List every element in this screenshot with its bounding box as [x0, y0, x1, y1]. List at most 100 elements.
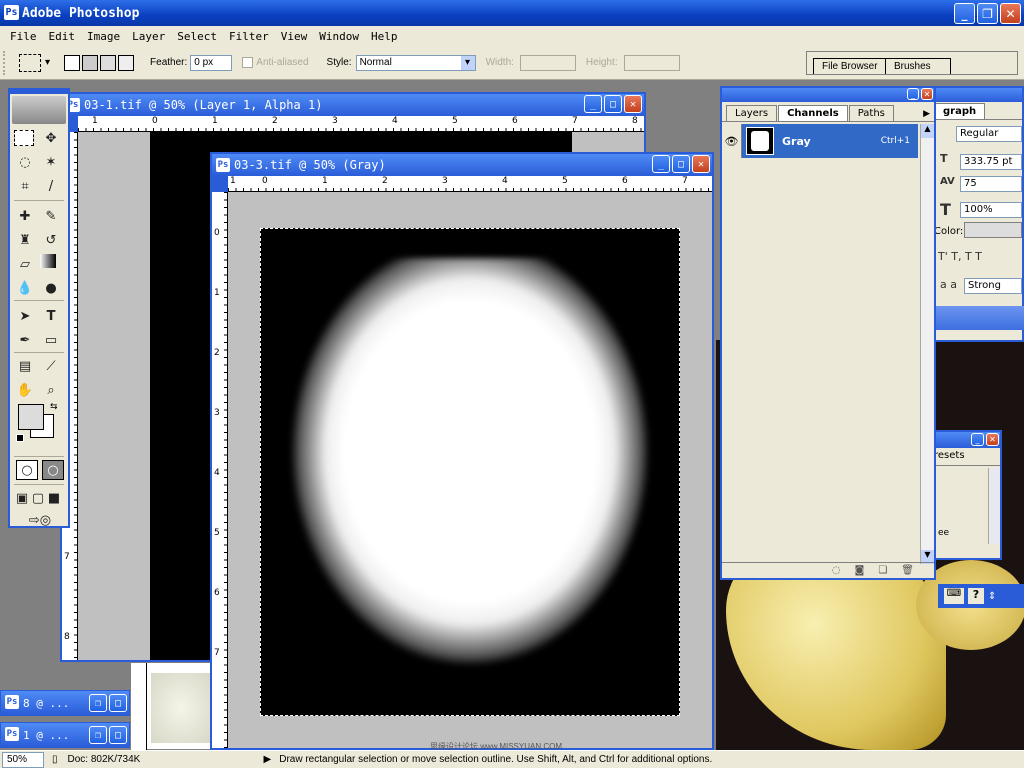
subtract-selection-icon[interactable]: [100, 54, 117, 71]
anti-aliased-checkbox[interactable]: [242, 57, 254, 68]
help-icon[interactable]: ?: [968, 588, 984, 604]
doc-maximize-button[interactable]: □: [672, 155, 690, 173]
menu-file[interactable]: File: [4, 30, 43, 43]
default-colors-icon[interactable]: [16, 434, 24, 442]
spinner-icon[interactable]: ⇕: [988, 591, 996, 602]
doc-size[interactable]: Doc: 802K/734K: [68, 754, 258, 765]
height-input[interactable]: [623, 54, 680, 71]
menu-window[interactable]: Window: [313, 30, 365, 43]
rectangular-marquee-icon[interactable]: [14, 130, 34, 146]
panel-title-bar[interactable]: _ ✕: [722, 88, 934, 102]
restore-button[interactable]: ❐: [977, 3, 998, 24]
path-selection-icon[interactable]: ➤: [14, 306, 36, 326]
marquee-preset-icon[interactable]: [19, 53, 41, 72]
foreground-color-swatch[interactable]: [18, 404, 44, 430]
options-grip[interactable]: [3, 50, 13, 75]
eyedropper-icon[interactable]: ⟋: [40, 356, 62, 376]
hand-icon[interactable]: ✋: [14, 380, 36, 400]
new-channel-icon[interactable]: ❏: [878, 565, 887, 576]
restore-button[interactable]: ❐: [89, 694, 107, 712]
font-style-select[interactable]: Regular: [956, 126, 1022, 142]
menu-select[interactable]: Select: [171, 30, 223, 43]
channel-row-gray[interactable]: 👁 Gray Ctrl+1: [722, 124, 918, 158]
swap-colors-icon[interactable]: ⇆: [50, 402, 58, 412]
pen-icon[interactable]: ✒: [14, 330, 36, 350]
crop-icon[interactable]: ⌗: [14, 176, 36, 196]
tab-layers[interactable]: Layers: [726, 105, 778, 121]
tracking-input[interactable]: 75: [960, 176, 1022, 192]
minimize-button[interactable]: _: [954, 3, 975, 24]
tab-paragraph[interactable]: graph: [934, 103, 986, 119]
slice-icon[interactable]: /: [40, 176, 62, 196]
intersect-selection-icon[interactable]: [118, 54, 135, 71]
tab-paths[interactable]: Paths: [848, 105, 894, 121]
style-select[interactable]: Normal ▾: [355, 54, 476, 71]
document-canvas-area[interactable]: [228, 192, 712, 748]
minimized-document-1[interactable]: Ps 1 @ ... ❐ □: [0, 722, 130, 748]
document-title-bar[interactable]: Ps 03-3.tif @ 50% (Gray) _ □ ✕: [212, 154, 712, 176]
font-size-input[interactable]: 333.75 pt: [960, 154, 1022, 170]
character-panel[interactable]: graph Regular T 333.75 pt AV 75 T 100% C…: [932, 86, 1024, 342]
panel-menu-arrow-icon[interactable]: ▶: [923, 109, 930, 119]
preset-dropdown-arrow-icon[interactable]: ▾: [45, 57, 50, 68]
scrollbar[interactable]: [988, 468, 1000, 544]
antialias-select[interactable]: Strong: [964, 278, 1022, 294]
adobe-online-icon[interactable]: [12, 96, 66, 124]
brush-icon[interactable]: ✎: [40, 206, 62, 226]
menu-layer[interactable]: Layer: [126, 30, 171, 43]
rectangle-shape-icon[interactable]: ▭: [40, 330, 62, 350]
zoom-field[interactable]: 50%: [2, 751, 44, 768]
width-input[interactable]: [519, 54, 576, 71]
scroll-up-icon[interactable]: ▲: [921, 124, 934, 138]
add-selection-icon[interactable]: [82, 54, 99, 71]
screen-mode-standard-icon[interactable]: ▣: [14, 488, 30, 508]
visibility-eye-icon[interactable]: 👁: [722, 124, 742, 158]
scale-input[interactable]: 100%: [960, 202, 1022, 218]
menu-help[interactable]: Help: [365, 30, 404, 43]
status-arrow-icon[interactable]: ▶: [264, 754, 272, 765]
tab-file-browser[interactable]: File Browser: [813, 58, 887, 74]
feather-input[interactable]: 0 px: [190, 54, 233, 71]
minimize-button[interactable]: _: [907, 88, 919, 100]
doc-close-button[interactable]: ✕: [624, 95, 642, 113]
menu-filter[interactable]: Filter: [223, 30, 275, 43]
text-style-icons[interactable]: T' T, T T: [938, 250, 982, 263]
standard-mode-icon[interactable]: ○: [16, 460, 38, 480]
dodge-icon[interactable]: ●: [40, 278, 62, 298]
presets-panel[interactable]: _ ✕ resets ee: [932, 430, 1002, 560]
doc-minimize-button[interactable]: _: [584, 95, 602, 113]
doc-close-button[interactable]: ✕: [692, 155, 710, 173]
eraser-icon[interactable]: ▱: [14, 254, 36, 274]
background-document-fragment[interactable]: [130, 662, 212, 751]
screen-mode-full-icon[interactable]: ■: [46, 488, 62, 508]
tab-brushes[interactable]: Brushes: [885, 58, 951, 74]
magic-wand-icon[interactable]: ✶: [40, 152, 62, 172]
tab-presets[interactable]: resets: [934, 448, 1000, 466]
load-selection-icon[interactable]: ◌: [832, 565, 841, 576]
gradient-icon[interactable]: [40, 254, 56, 268]
close-button[interactable]: ✕: [921, 88, 933, 100]
menu-image[interactable]: Image: [81, 30, 126, 43]
type-tool-icon[interactable]: T: [40, 306, 62, 326]
trash-icon[interactable]: 🗑: [901, 565, 914, 576]
history-brush-icon[interactable]: ↺: [40, 230, 62, 250]
panel-title-bar[interactable]: [934, 306, 1024, 330]
doc-maximize-button[interactable]: □: [604, 95, 622, 113]
panel-title-bar[interactable]: _ ✕: [934, 432, 1000, 448]
menu-view[interactable]: View: [275, 30, 314, 43]
channels-panel[interactable]: _ ✕ Layers Channels Paths ▶ 👁 Gray Ctrl+…: [720, 86, 936, 580]
menu-edit[interactable]: Edit: [43, 30, 82, 43]
screen-mode-full-menu-icon[interactable]: ▢: [30, 488, 46, 508]
document-image-mask[interactable]: [260, 228, 680, 716]
clone-stamp-icon[interactable]: ♜: [14, 230, 36, 250]
notes-icon[interactable]: ▤: [14, 356, 36, 376]
document-title-bar[interactable]: Ps 03-1.tif @ 50% (Layer 1, Alpha 1) _ □…: [62, 94, 644, 116]
restore-button[interactable]: ❐: [89, 726, 107, 744]
document-window-03-3[interactable]: Ps 03-3.tif @ 50% (Gray) _ □ ✕ 1 0 1 2 3…: [210, 152, 714, 750]
minimized-document-8[interactable]: Ps 8 @ ... ❐ □: [0, 690, 130, 716]
tab-channels[interactable]: Channels: [778, 105, 848, 121]
app-title-bar[interactable]: Ps Adobe Photoshop _ ❐ ✕: [0, 0, 1024, 26]
close-button[interactable]: ✕: [1000, 3, 1021, 24]
maximize-button[interactable]: □: [109, 726, 127, 744]
color-swatch[interactable]: [964, 222, 1022, 238]
